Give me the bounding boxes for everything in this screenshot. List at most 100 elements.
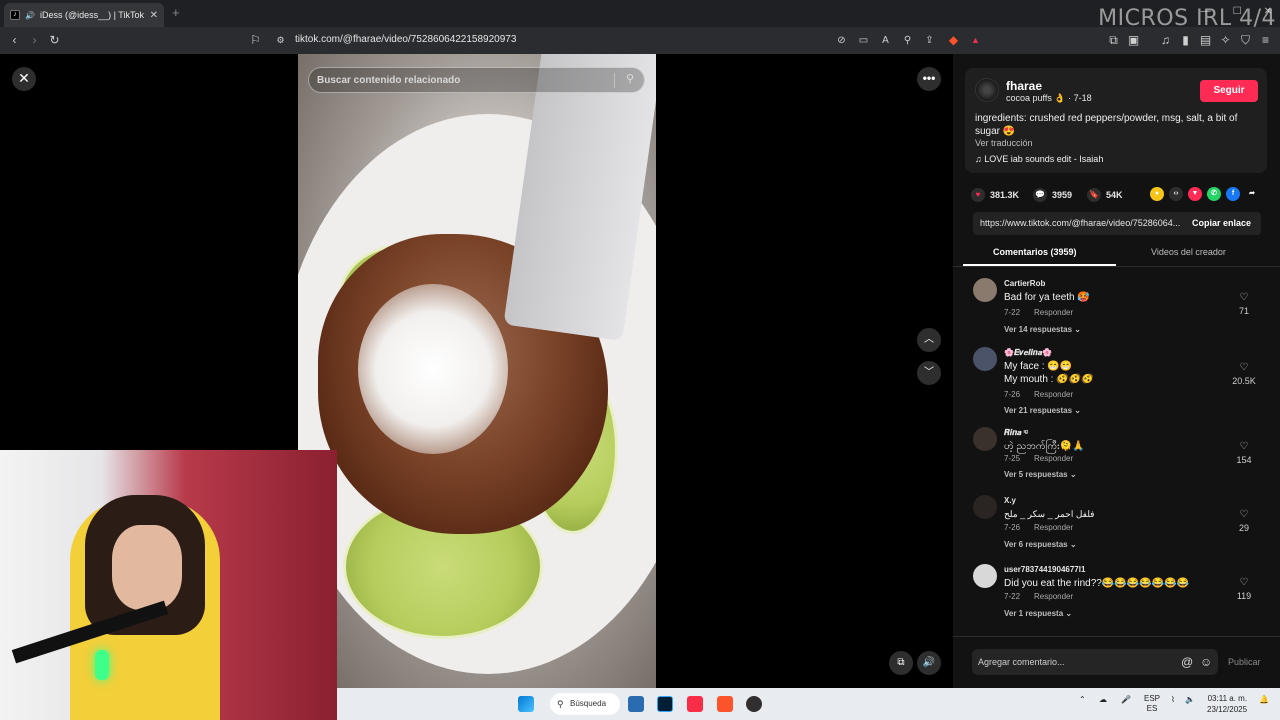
extension-2-icon[interactable]: ▣ [1126, 33, 1141, 48]
notification-bell-icon[interactable]: 🔔 [1259, 695, 1269, 704]
comment-avatar[interactable] [973, 347, 997, 371]
publish-button[interactable]: Publicar [1228, 657, 1261, 667]
wallet-icon[interactable]: ▤ [1198, 33, 1213, 48]
comment-username[interactable]: user7837441904677l1 [1004, 565, 1085, 574]
reply-button[interactable]: Responder [1034, 308, 1073, 317]
menu-icon[interactable]: ≡ [1258, 33, 1273, 48]
author-avatar[interactable] [975, 78, 999, 102]
translate-icon[interactable]: A [878, 33, 893, 48]
taskbar-search[interactable]: ⚲ Búsqueda [550, 693, 620, 715]
sidebar-icon[interactable]: ▮ [1178, 33, 1193, 48]
vpn-icon[interactable]: ⛉ [1238, 33, 1253, 48]
share-page-icon[interactable]: ⇪ [922, 33, 937, 48]
comment-username[interactable]: X.y [1004, 496, 1016, 505]
comment-like-icon[interactable]: ♡ [1234, 292, 1254, 303]
comment-avatar[interactable] [973, 278, 997, 302]
view-replies-button[interactable]: Ver 14 respuestas ⌄ [1004, 325, 1081, 334]
facebook-icon[interactable]: f [1226, 187, 1240, 201]
reply-button[interactable]: Responder [1034, 390, 1073, 399]
extension-icon[interactable]: ⧉ [1106, 33, 1121, 48]
bookmark-icon[interactable]: ⚐ [248, 33, 263, 48]
cloud-icon[interactable]: ☁ [1099, 695, 1107, 704]
file-explorer-icon[interactable] [628, 696, 644, 712]
forward-icon[interactable]: › [27, 33, 42, 48]
search-icon[interactable]: ⚲ [622, 72, 638, 88]
follow-button[interactable]: Seguir [1200, 80, 1258, 102]
mention-icon[interactable]: @ [1181, 655, 1193, 669]
taskbar-search-icon: ⚲ [557, 699, 564, 709]
share-link-text[interactable]: https://www.tiktok.com/@fharae/video/752… [980, 218, 1180, 228]
video-frame[interactable] [298, 54, 656, 688]
speaker-icon[interactable]: 🔈 [1185, 695, 1195, 704]
taskbar-clock[interactable]: 03:11 a. m. 23/12/2025 [1207, 693, 1247, 715]
related-search-input[interactable] [317, 72, 607, 89]
tray-chevron-icon[interactable]: ⌃ [1079, 695, 1086, 704]
view-replies-button[interactable]: Ver 1 respuesta ⌄ [1004, 609, 1072, 618]
view-replies-button[interactable]: Ver 5 respuestas ⌄ [1004, 470, 1077, 479]
photoshop-icon[interactable] [657, 696, 673, 712]
previous-video-button[interactable]: ︿ [917, 328, 941, 352]
brave-browser-icon[interactable] [717, 696, 733, 712]
tab-comments[interactable]: Comentarios (3959) [993, 247, 1077, 257]
reload-icon[interactable]: ↻ [47, 33, 62, 48]
volume-icon[interactable]: 🔊 [917, 651, 941, 675]
music-link[interactable]: ♫ LOVE iab sounds edit - Isaiah [975, 154, 1103, 164]
back-icon[interactable]: ‹ [7, 33, 22, 48]
comment-like-icon[interactable]: ♡ [1234, 509, 1254, 520]
leo-ai-icon[interactable]: ✧ [1218, 33, 1233, 48]
cast-icon[interactable]: ▭ [856, 33, 871, 48]
new-tab-button[interactable]: + [172, 5, 180, 20]
copy-link-button[interactable]: Copiar enlace [1192, 218, 1251, 228]
next-video-button[interactable]: ﹀ [917, 361, 941, 385]
tab-close-icon[interactable]: ✕ [150, 10, 158, 21]
picture-in-picture-icon[interactable]: ⧉ [889, 651, 913, 675]
like-action[interactable]: ♥ 381.3K [971, 188, 1019, 202]
address-bar[interactable]: ⚐ ⚙ tiktok.com/@fharae/video/75286064221… [240, 30, 990, 51]
more-options-button[interactable]: ••• [917, 67, 941, 91]
close-player-button[interactable]: ✕ [12, 67, 36, 91]
search-divider [614, 73, 615, 88]
comment-date: 7-25 [1004, 454, 1021, 463]
wifi-icon[interactable]: ⌇ [1171, 695, 1175, 704]
comment-avatar[interactable] [973, 495, 997, 519]
tiktok-favicon-icon: ♪ [10, 10, 20, 20]
description-card: fharae cocoa puffs 👌 · 7-18 Seguir ingre… [965, 68, 1267, 173]
whatsapp-icon[interactable]: ✆ [1207, 187, 1221, 201]
windows-start-icon[interactable] [518, 696, 534, 712]
comment-avatar[interactable] [973, 427, 997, 451]
share-arrow-icon[interactable]: ➦ [1245, 187, 1259, 201]
comment-like-icon[interactable]: ♡ [1234, 362, 1254, 373]
music-app-icon[interactable] [687, 696, 703, 712]
author-username[interactable]: fharae [1006, 79, 1042, 93]
view-replies-button[interactable]: Ver 21 respuestas ⌄ [1004, 406, 1081, 415]
send-icon[interactable]: ▼ [1188, 187, 1202, 201]
reply-button[interactable]: Responder [1034, 592, 1073, 601]
browser-tab[interactable]: ♪ 🔊 iDess (@idess__) | TikTok ✕ [4, 3, 164, 27]
brave-shields-icon[interactable]: ◆ [946, 33, 961, 48]
comment-like-icon[interactable]: ♡ [1234, 577, 1254, 588]
zoom-icon[interactable]: ⚲ [900, 33, 915, 48]
comment-username[interactable]: 𝑹𝒊𝒏𝒂 ᶦᵍ [1004, 428, 1028, 438]
comment-username[interactable]: 🌸𝑬𝒗𝒆𝒍𝒊𝒏𝒂🌸 [1004, 348, 1052, 358]
reply-button[interactable]: Responder [1034, 454, 1073, 463]
comment-like-icon[interactable]: ♡ [1234, 441, 1254, 452]
like-count: 381.3K [990, 190, 1020, 200]
reader-mode-icon[interactable]: ⊘ [834, 33, 849, 48]
comment-avatar[interactable] [973, 564, 997, 588]
view-replies-button[interactable]: Ver 6 respuestas ⌄ [1004, 540, 1077, 549]
mic-icon[interactable]: 🎤 [1121, 695, 1131, 704]
comment-action[interactable]: 💬 3959 [1033, 188, 1072, 202]
tab-creator-videos[interactable]: Videos del creador [1151, 247, 1226, 257]
embed-icon[interactable]: ‹› [1169, 187, 1183, 201]
site-info-icon[interactable]: ⚙ [273, 33, 288, 48]
brave-rewards-icon[interactable]: ▲ [968, 33, 983, 48]
emoji-icon[interactable]: ☺ [1200, 655, 1212, 669]
reply-button[interactable]: Responder [1034, 523, 1073, 532]
coin-icon[interactable]: ● [1150, 187, 1164, 201]
comment-username[interactable]: CartierRob [1004, 279, 1045, 288]
language-indicator[interactable]: ESP ES [1144, 694, 1160, 714]
save-action[interactable]: 🔖 54K [1087, 188, 1123, 202]
obs-icon[interactable] [746, 696, 762, 712]
translate-link[interactable]: Ver traducción [975, 138, 1033, 148]
media-icon[interactable]: ♫ [1158, 33, 1173, 48]
